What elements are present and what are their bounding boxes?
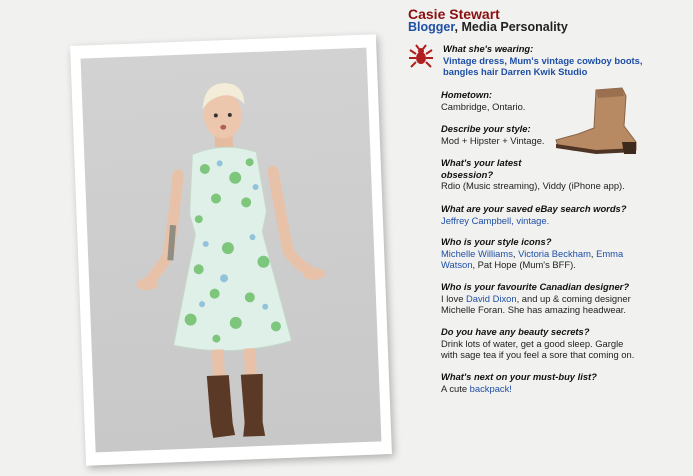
qa-style: Describe your style: Mod + Hipster + Vin… bbox=[441, 123, 556, 146]
question: Who is your style icons? bbox=[441, 236, 552, 247]
qa-ebay: What are your saved eBay search words? J… bbox=[441, 203, 666, 226]
woman-figure-illustration bbox=[136, 83, 325, 438]
ebay-link[interactable]: Jeffrey Campbell, vintage. bbox=[441, 215, 549, 226]
bug-icon bbox=[409, 44, 433, 68]
answer: Rdio (Music streaming), Viddy (iPhone ap… bbox=[441, 180, 625, 192]
victoria-beckham-link[interactable]: Victoria Beckham bbox=[518, 248, 591, 259]
question: What she's wearing: bbox=[443, 43, 534, 54]
answer: A cute backpack! bbox=[441, 383, 666, 395]
question: What's your latest obsession? bbox=[441, 157, 522, 180]
question: Who is your favourite Canadian designer? bbox=[441, 281, 630, 292]
blogger-link[interactable]: Blogger bbox=[408, 20, 455, 34]
qa-beauty: Do you have any beauty secrets? Drink lo… bbox=[441, 326, 641, 361]
michelle-williams-link[interactable]: Michelle Williams bbox=[441, 248, 513, 259]
answer: Drink lots of water, get a good sleep. G… bbox=[441, 337, 635, 361]
role-rest: , Media Personality bbox=[454, 20, 568, 34]
answer: Michelle Williams, Victoria Beckham, Emm… bbox=[441, 248, 656, 271]
backpack-link[interactable]: backpack! bbox=[470, 383, 512, 394]
answer-pre: I love bbox=[441, 292, 467, 304]
question: What's next on your must-buy list? bbox=[441, 371, 597, 382]
qa-mustbuy: What's next on your must-buy list? A cut… bbox=[441, 371, 666, 394]
qa-hometown: Hometown: Cambridge, Ontario. bbox=[441, 89, 556, 112]
answer-pre: A cute bbox=[441, 382, 470, 394]
david-dixon-link[interactable]: David Dixon bbox=[466, 293, 517, 304]
woman-portrait-photo bbox=[80, 47, 382, 453]
answer: Mod + Hipster + Vintage. bbox=[441, 134, 545, 146]
profile-role: Blogger, Media Personality bbox=[408, 20, 568, 34]
photo-frame bbox=[70, 34, 392, 466]
question: Do you have any beauty secrets? bbox=[441, 326, 590, 337]
question: Hometown: bbox=[441, 89, 493, 100]
answer-link[interactable]: Vintage dress, Mum's vintage cowboy boot… bbox=[443, 55, 668, 78]
qa-wearing: What she's wearing: Vintage dress, Mum's… bbox=[443, 43, 668, 78]
answer: Cambridge, Ontario. bbox=[441, 100, 526, 112]
answer: I love David Dixon, and up & coming desi… bbox=[441, 293, 646, 316]
cowboy-boot-image bbox=[555, 87, 637, 154]
question: Describe your style: bbox=[441, 123, 531, 134]
qa-designer: Who is your favourite Canadian designer?… bbox=[441, 281, 646, 316]
qa-icons: Who is your style icons? Michelle Willia… bbox=[441, 236, 656, 271]
answer-rest: , Pat Hope (Mum's BFF). bbox=[472, 259, 576, 271]
qa-obsession: What's your latest obsession? Rdio (Musi… bbox=[441, 157, 666, 192]
question: What are your saved eBay search words? bbox=[441, 203, 627, 214]
